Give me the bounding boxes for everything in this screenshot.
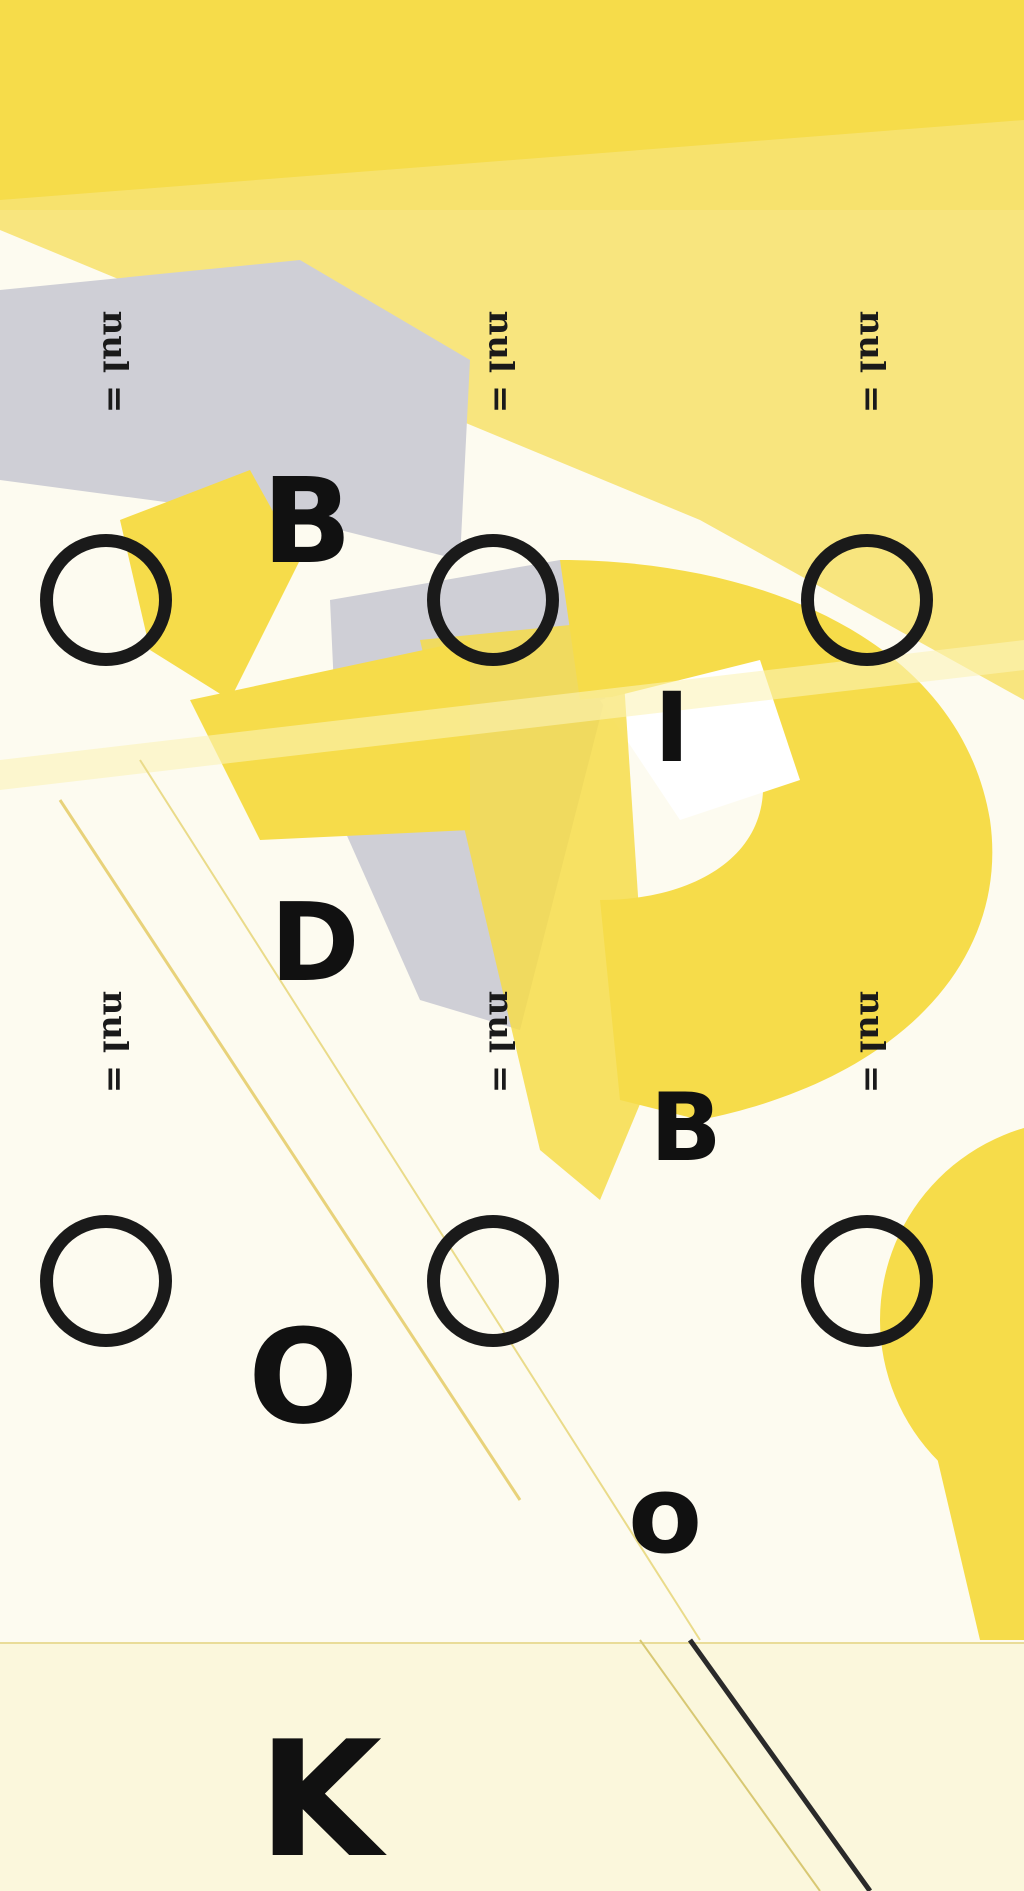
- ring-icon[interactable]: [40, 534, 172, 666]
- ring-icon[interactable]: [801, 534, 933, 666]
- title-letter-k: K: [258, 1706, 382, 1891]
- title-letter-o-small: o: [628, 1453, 703, 1578]
- title-letter-i: I: [654, 672, 690, 784]
- title-letter-b: B: [262, 452, 352, 590]
- background-artwork: [0, 0, 1024, 1891]
- ring-icon[interactable]: [427, 1215, 559, 1347]
- title-letter-o: O: [248, 1301, 359, 1453]
- ring-icon[interactable]: [427, 534, 559, 666]
- toggle-label-2: nul =: [480, 310, 521, 414]
- toggle-label-6: nul =: [851, 990, 892, 1094]
- title-letter-b-second: B: [650, 1074, 722, 1183]
- title-letter-d: D: [270, 881, 360, 1006]
- ring-icon[interactable]: [801, 1215, 933, 1347]
- toggle-label-1: nul =: [94, 310, 135, 414]
- ring-icon[interactable]: [40, 1215, 172, 1347]
- toggle-label-4: nul =: [94, 990, 135, 1094]
- toggle-label-5: nul =: [480, 990, 521, 1094]
- poster: nul = nul = nul = nul = nul = nul = B I …: [0, 0, 1024, 1891]
- toggle-label-3: nul =: [851, 310, 892, 414]
